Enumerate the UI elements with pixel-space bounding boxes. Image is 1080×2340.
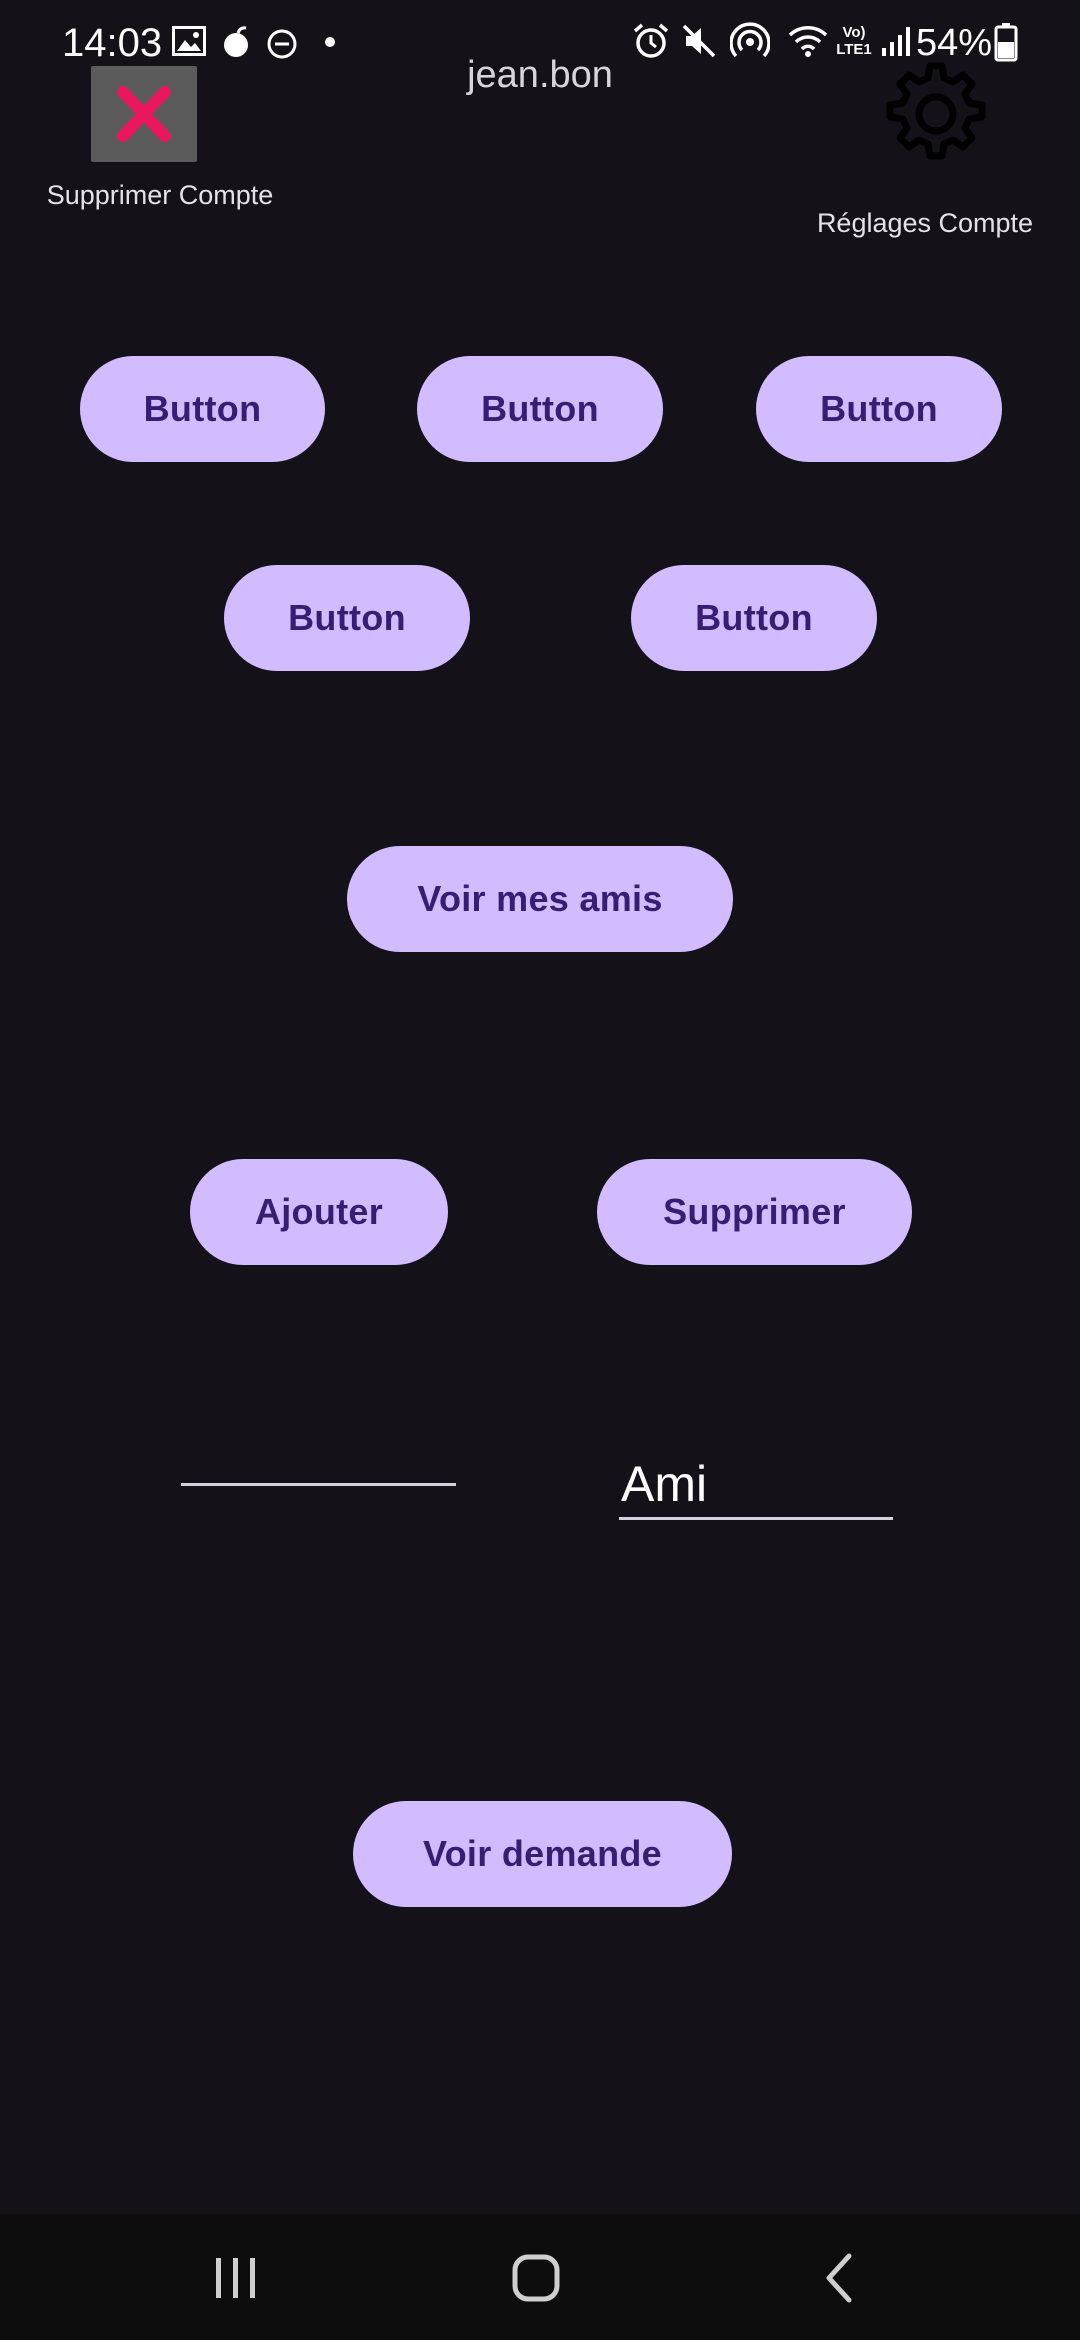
- delete-icon: [117, 86, 171, 142]
- home-icon[interactable]: [491, 2238, 581, 2318]
- generic-button-1[interactable]: Button: [80, 356, 325, 462]
- generic-button-4[interactable]: Button: [224, 565, 470, 671]
- settings-label: Réglages Compte: [816, 208, 1034, 238]
- gear-icon: [886, 62, 986, 160]
- remove-friend-button[interactable]: Supprimer: [597, 1159, 912, 1265]
- notification-dot-icon: [325, 37, 335, 47]
- settings-button[interactable]: [880, 58, 992, 170]
- see-friends-button[interactable]: Voir mes amis: [347, 846, 733, 952]
- generic-button-5[interactable]: Button: [631, 565, 877, 671]
- lte-label: Vo) LTE1: [836, 24, 872, 58]
- app-screen: 14:03 Vo) LTE1 54% jean.bon Supprimer Co…: [0, 0, 1080, 2340]
- signal-icon: [882, 27, 910, 56]
- delete-account-label: Supprimer Compte: [46, 180, 274, 210]
- system-nav-bar: [0, 2214, 1080, 2340]
- recent-apps-icon[interactable]: [190, 2238, 280, 2318]
- generic-button-2[interactable]: Button: [417, 356, 663, 462]
- username-input[interactable]: [181, 1420, 456, 1486]
- wifi-icon: [788, 26, 828, 57]
- generic-button-3[interactable]: Button: [756, 356, 1002, 462]
- see-requests-button[interactable]: Voir demande: [353, 1801, 732, 1907]
- add-friend-button[interactable]: Ajouter: [190, 1159, 448, 1265]
- gallery-icon: [172, 26, 206, 56]
- friend-input[interactable]: Ami: [619, 1452, 893, 1520]
- delete-account-button[interactable]: [91, 66, 197, 162]
- bomb-icon: [224, 26, 248, 57]
- back-icon[interactable]: [795, 2238, 885, 2318]
